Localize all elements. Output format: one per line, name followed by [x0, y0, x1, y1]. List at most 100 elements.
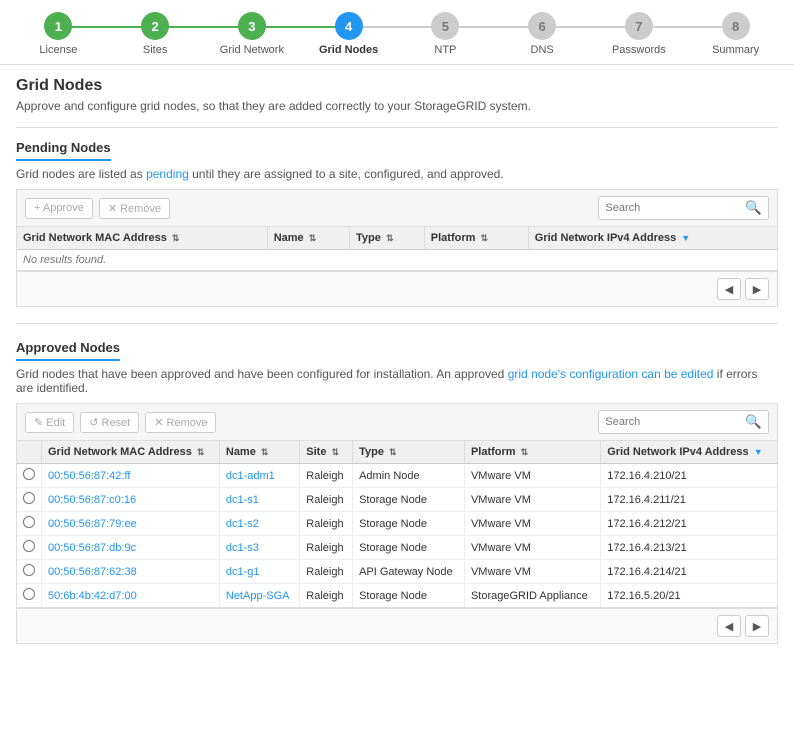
row-radio-0[interactable] [17, 464, 42, 488]
pending-col-mac[interactable]: Grid Network MAC Address ⇅ [17, 227, 267, 250]
row-radio-5[interactable] [17, 584, 42, 608]
pending-info-text: Grid nodes are listed as pending until t… [16, 167, 778, 181]
approved-nav-next[interactable]: ▶ [745, 615, 769, 637]
approved-nav-prev[interactable]: ◀ [717, 615, 741, 637]
row-site-2: Raleigh [300, 512, 353, 536]
step-circle-8: 8 [722, 12, 750, 40]
divider-pending [16, 127, 778, 128]
table-row[interactable]: 00:50:56:87:c0:16 dc1-s1 Raleigh Storage… [17, 488, 777, 512]
row-ipv4-5: 172.16.5.20/21 [601, 584, 777, 608]
sort-type-approved: ⇅ [389, 447, 397, 457]
step-label-3: Grid Network [220, 44, 284, 56]
wizard-step-8: 8 Summary [687, 12, 784, 56]
approved-table-wrap: Grid Network MAC Address ⇅ Name ⇅ Site ⇅… [16, 440, 778, 608]
row-type-2: Storage Node [353, 512, 465, 536]
wizard-step-4[interactable]: 4 Grid Nodes [300, 12, 397, 56]
row-platform-0: VMware VM [464, 464, 600, 488]
row-site-4: Raleigh [300, 560, 353, 584]
row-site-1: Raleigh [300, 488, 353, 512]
approved-nodes-section: Approved Nodes Grid nodes that have been… [16, 340, 778, 644]
approved-toolbar-left: ✎ Edit ↺ Reset ✕ Remove [25, 412, 216, 433]
table-row[interactable]: 00:50:56:87:42:ff dc1-adm1 Raleigh Admin… [17, 464, 777, 488]
pending-approve-button[interactable]: + Approve [25, 198, 93, 219]
approved-search-input[interactable] [599, 413, 739, 431]
approved-table-nav: ◀ ▶ [16, 608, 778, 644]
pending-remove-button[interactable]: ✕ Remove [99, 198, 170, 219]
approved-col-ipv4[interactable]: Grid Network IPv4 Address ▼ [601, 441, 777, 464]
row-radio-4[interactable] [17, 560, 42, 584]
row-name-1: dc1-s1 [219, 488, 299, 512]
pending-no-results-row: No results found. [17, 250, 777, 271]
pending-no-results: No results found. [17, 250, 777, 271]
wizard-steps: 1 License 2 Sites 3 Grid Network 4 Grid … [0, 0, 794, 65]
row-radio-2[interactable] [17, 512, 42, 536]
row-radio-1[interactable] [17, 488, 42, 512]
approved-section-title: Approved Nodes [16, 340, 120, 361]
row-ipv4-3: 172.16.4.213/21 [601, 536, 777, 560]
pending-nodes-section: Pending Nodes Grid nodes are listed as p… [16, 140, 778, 307]
row-radio-3[interactable] [17, 536, 42, 560]
row-mac-2: 00:50:56:87:79:ee [42, 512, 220, 536]
pending-nav-next[interactable]: ▶ [745, 278, 769, 300]
wizard-step-7: 7 Passwords [591, 12, 688, 56]
pending-col-platform[interactable]: Platform ⇅ [424, 227, 528, 250]
step-label-4: Grid Nodes [319, 44, 378, 56]
approved-edit-button[interactable]: ✎ Edit [25, 412, 74, 433]
approved-col-mac[interactable]: Grid Network MAC Address ⇅ [42, 441, 220, 464]
sort-site-approved: ⇅ [332, 447, 340, 457]
approved-remove-button[interactable]: ✕ Remove [145, 412, 216, 433]
approved-table-body: 00:50:56:87:42:ff dc1-adm1 Raleigh Admin… [17, 464, 777, 608]
row-ipv4-0: 172.16.4.210/21 [601, 464, 777, 488]
sort-icon-name: ⇅ [309, 233, 317, 243]
row-type-1: Storage Node [353, 488, 465, 512]
table-row[interactable]: 50:6b:4b:42:d7:00 NetApp-SGA Raleigh Sto… [17, 584, 777, 608]
row-platform-3: VMware VM [464, 536, 600, 560]
row-name-2: dc1-s2 [219, 512, 299, 536]
pending-section-title: Pending Nodes [16, 140, 111, 161]
step-circle-5: 5 [431, 12, 459, 40]
pending-search-box: 🔍 [598, 196, 769, 220]
approved-col-platform[interactable]: Platform ⇅ [464, 441, 600, 464]
row-ipv4-2: 172.16.4.212/21 [601, 512, 777, 536]
pending-toolbar-left: + Approve ✕ Remove [25, 198, 170, 219]
pending-search-icon-button[interactable]: 🔍 [739, 197, 768, 219]
approved-col-site[interactable]: Site ⇅ [300, 441, 353, 464]
row-platform-2: VMware VM [464, 512, 600, 536]
sort-name-approved: ⇅ [261, 447, 269, 457]
approved-desc-link: grid node's configuration can be edited [508, 367, 714, 381]
approved-search-box: 🔍 [598, 410, 769, 434]
row-site-3: Raleigh [300, 536, 353, 560]
pending-nav-prev[interactable]: ◀ [717, 278, 741, 300]
pending-info-link: pending [146, 167, 189, 181]
table-row[interactable]: 00:50:56:87:79:ee dc1-s2 Raleigh Storage… [17, 512, 777, 536]
step-label-8: Summary [712, 44, 759, 56]
pending-col-type[interactable]: Type ⇅ [350, 227, 425, 250]
approved-search-icon-button[interactable]: 🔍 [739, 411, 768, 433]
step-label-6: DNS [531, 44, 554, 56]
wizard-step-1[interactable]: 1 License [10, 12, 107, 56]
sort-icon-platform: ⇅ [480, 233, 488, 243]
pending-col-ipv4[interactable]: Grid Network IPv4 Address ▼ [528, 227, 777, 250]
pending-table-wrap: Grid Network MAC Address ⇅ Name ⇅ Type ⇅… [16, 226, 778, 271]
approved-col-radio [17, 441, 42, 464]
approved-table: Grid Network MAC Address ⇅ Name ⇅ Site ⇅… [17, 441, 777, 607]
table-row[interactable]: 00:50:56:87:62:38 dc1-g1 Raleigh API Gat… [17, 560, 777, 584]
pending-col-name[interactable]: Name ⇅ [267, 227, 349, 250]
page-title: Grid Nodes [16, 77, 778, 95]
page-description: Approve and configure grid nodes, so tha… [16, 99, 778, 113]
row-site-0: Raleigh [300, 464, 353, 488]
wizard-step-3[interactable]: 3 Grid Network [204, 12, 301, 56]
approved-col-type[interactable]: Type ⇅ [353, 441, 465, 464]
approved-col-name[interactable]: Name ⇅ [219, 441, 299, 464]
row-mac-5: 50:6b:4b:42:d7:00 [42, 584, 220, 608]
table-row[interactable]: 00:50:56:87:db:9c dc1-s3 Raleigh Storage… [17, 536, 777, 560]
pending-search-input[interactable] [599, 199, 739, 217]
wizard-step-2[interactable]: 2 Sites [107, 12, 204, 56]
wizard-step-6: 6 DNS [494, 12, 591, 56]
divider-approved [16, 323, 778, 324]
pending-table-header: Grid Network MAC Address ⇅ Name ⇅ Type ⇅… [17, 227, 777, 250]
approved-reset-button[interactable]: ↺ Reset [80, 412, 139, 433]
row-platform-5: StorageGRID Appliance [464, 584, 600, 608]
row-name-5: NetApp-SGA [219, 584, 299, 608]
row-name-3: dc1-s3 [219, 536, 299, 560]
